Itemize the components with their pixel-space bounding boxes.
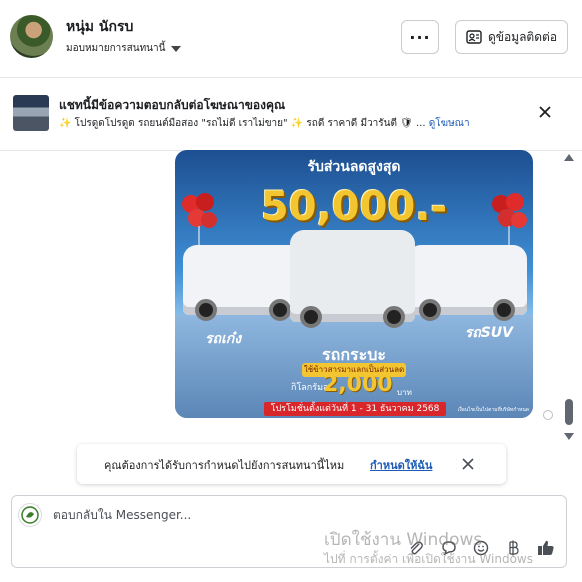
scroll-down-arrow[interactable] — [564, 433, 574, 440]
scroll-up-arrow[interactable] — [564, 154, 574, 161]
assign-dropdown[interactable]: มอบหมายการสนทนานี้ — [66, 41, 182, 56]
wheel — [383, 306, 405, 328]
promo-terms-note: เงื่อนไขเป็นไปตามที่บริษัทกำหนด — [457, 407, 529, 413]
ad-banner-title: แชทนี้มีข้อความตอบกลับต่อโฆษณาของคุณ — [59, 98, 286, 112]
ad-reply-banner — [0, 79, 582, 151]
ad-thumbnail — [13, 95, 49, 131]
promo-image-message[interactable]: รับส่วนลดสูงสุด 50,000.- รถเก๋ง รถSUV รถ… — [175, 150, 533, 418]
close-icon[interactable] — [462, 458, 474, 470]
pickup-truck-image — [290, 230, 415, 328]
promo-headline: รับส่วนลดสูงสุด — [307, 159, 401, 175]
promo-date-range: โปรโมชั่นตั้งแต่วันที่ 1 - 31 ธันวาคม 25… — [264, 402, 446, 416]
view-ad-link[interactable]: ดูโฆษณา — [429, 118, 470, 129]
wheel — [493, 299, 515, 321]
more-button[interactable]: ··· — [401, 20, 439, 54]
assign-label: มอบหมายการสนทนานี้ — [66, 43, 166, 54]
wheel — [419, 299, 441, 321]
like-icon[interactable] — [536, 538, 556, 558]
suv-label: รถSUV — [464, 325, 513, 341]
assign-to-me-link[interactable]: กำหนดให้ฉัน — [370, 456, 432, 474]
reply-input[interactable] — [53, 503, 353, 527]
page-logo-icon — [21, 506, 39, 524]
scrollbar-thumb[interactable] — [565, 399, 573, 425]
contact-card-icon — [466, 30, 482, 44]
suv-car-image — [407, 245, 527, 321]
view-contact-button[interactable]: ดูข้อมูลติดต่อ — [455, 20, 568, 54]
windows-activation-subtitle: ไปที่ การตั้งค่า เพื่อเปิดใช้งาน Windows — [324, 552, 533, 566]
wheel — [300, 306, 322, 328]
chevron-down-icon — [171, 45, 182, 52]
close-icon[interactable] — [537, 104, 553, 120]
wheel — [195, 299, 217, 321]
ad-banner-description: ✨ โปรดูดโปรดูด รถยนต์มือสอง "รถไม่ดี เรา… — [59, 116, 470, 131]
sedan-car-image — [183, 245, 303, 321]
contact-avatar[interactable] — [10, 15, 53, 58]
ad-description-text: ✨ โปรดูดโปรดูด รถยนต์มือสอง "รถไม่ดี เรา… — [59, 118, 426, 129]
assign-prompt-text: คุณต้องการได้รับการกำหนดไปยังการสนทนานี้… — [104, 459, 345, 472]
page-avatar — [18, 503, 42, 527]
price-per-kg: 2,000 — [323, 372, 393, 397]
baht-label: บาท — [397, 388, 412, 397]
contact-name[interactable]: หนุ่ม นักรบ — [66, 16, 133, 38]
wheel — [269, 299, 291, 321]
view-contact-label: ดูข้อมูลติดต่อ — [487, 29, 558, 44]
windows-activation-title: เปิดใช้งาน Windows — [324, 530, 483, 550]
promo-amount: 50,000.- — [260, 184, 448, 230]
message-status-icon — [543, 410, 553, 420]
